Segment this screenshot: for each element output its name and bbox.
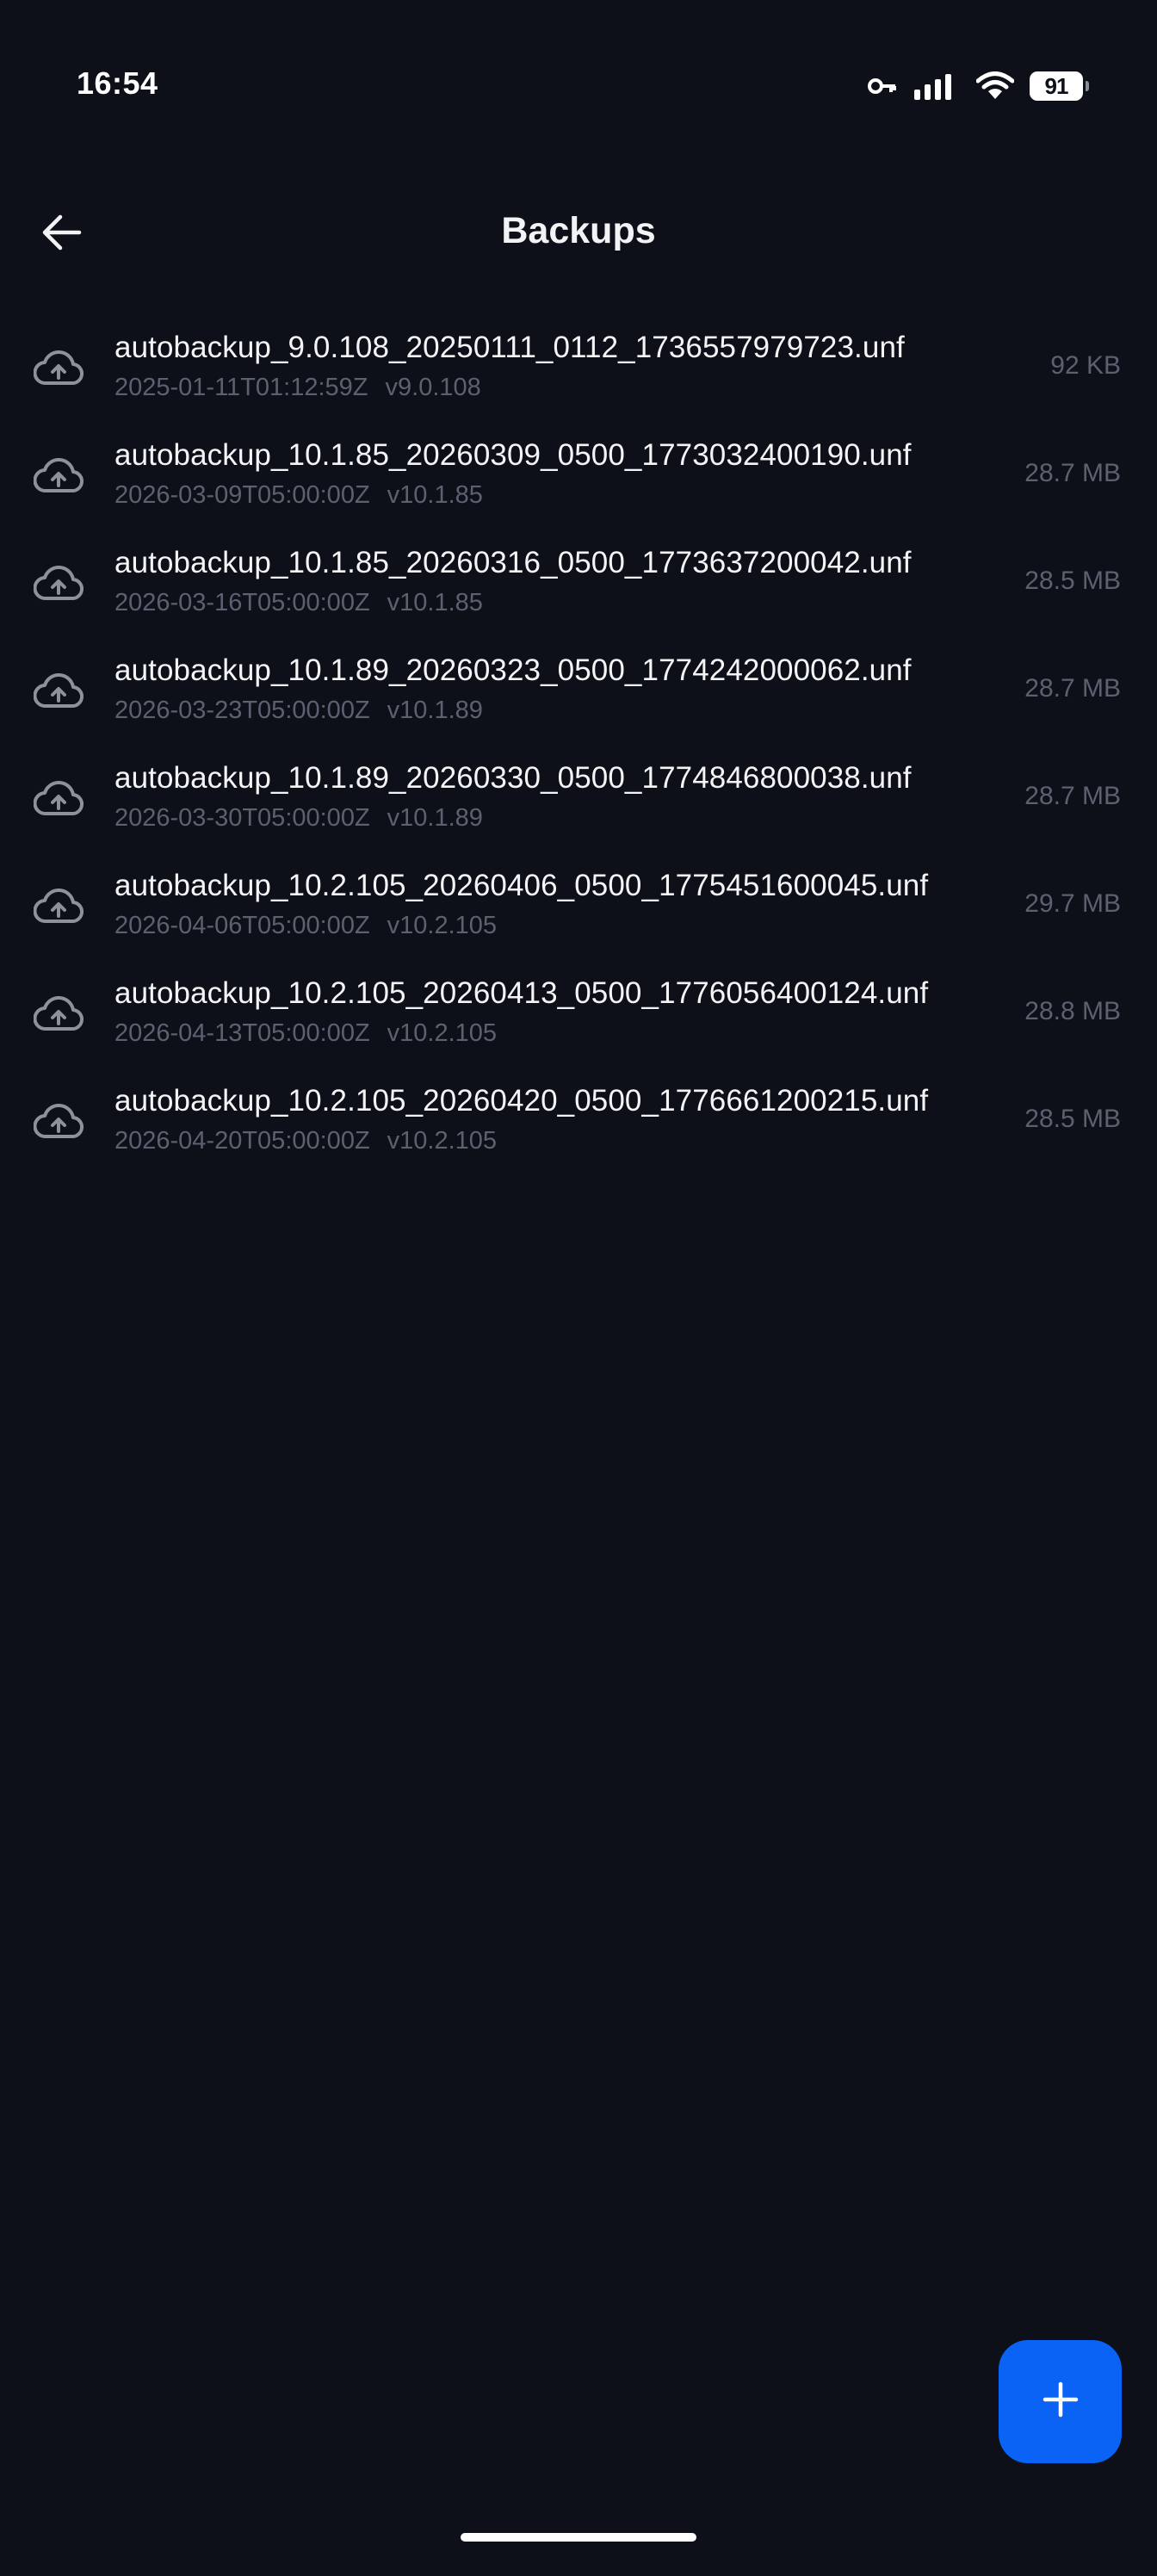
- backup-timestamp: 2026-03-23T05:00:00Z: [114, 697, 370, 724]
- backup-version: v10.1.85: [387, 589, 483, 616]
- backup-meta: 2026-03-30T05:00:00Z v10.1.89: [114, 804, 483, 833]
- page-title: Backups: [501, 210, 656, 251]
- cloud-upload-icon[interactable]: [33, 452, 84, 500]
- backup-size: 28.7 MB: [1024, 782, 1121, 810]
- backup-filename: autobackup_9.0.108_20250111_0112_1736557…: [114, 331, 905, 364]
- status-icons: 91: [868, 67, 1089, 105]
- backup-size: 28.7 MB: [1024, 459, 1121, 487]
- backup-list-item[interactable]: autobackup_10.1.85_20260309_0500_1773032…: [0, 423, 1157, 530]
- cloud-upload-icon[interactable]: [33, 775, 84, 823]
- battery-level: 91: [1044, 72, 1069, 99]
- backup-list-item[interactable]: autobackup_10.1.89_20260323_0500_1774242…: [0, 638, 1157, 746]
- backup-version: v10.1.89: [387, 804, 483, 832]
- backup-size: 28.5 MB: [1024, 567, 1121, 595]
- backup-timestamp: 2026-04-13T05:00:00Z: [114, 1019, 370, 1047]
- backup-filename: autobackup_10.2.105_20260406_0500_177545…: [114, 869, 929, 902]
- backup-meta: 2026-03-16T05:00:00Z v10.1.85: [114, 589, 483, 617]
- cloud-upload-icon[interactable]: [33, 990, 84, 1038]
- signal-icon: [913, 72, 961, 100]
- backup-meta: 2026-04-06T05:00:00Z v10.2.105: [114, 912, 497, 940]
- backup-meta: 2026-03-23T05:00:00Z v10.1.89: [114, 697, 483, 725]
- backup-list-item[interactable]: autobackup_9.0.108_20250111_0112_1736557…: [0, 315, 1157, 423]
- cloud-upload-icon[interactable]: [33, 667, 84, 715]
- backup-timestamp: 2025-01-11T01:12:59Z: [114, 374, 368, 401]
- backup-list-item[interactable]: autobackup_10.2.105_20260413_0500_177605…: [0, 961, 1157, 1068]
- backup-list: autobackup_9.0.108_20250111_0112_1736557…: [0, 315, 1157, 1176]
- backup-version: v10.1.89: [387, 697, 483, 724]
- backup-version: v10.2.105: [387, 1127, 498, 1155]
- battery-icon: 91: [1030, 71, 1089, 101]
- add-backup-button[interactable]: [999, 2340, 1122, 2463]
- backup-meta: 2026-04-20T05:00:00Z v10.2.105: [114, 1127, 497, 1155]
- backup-filename: autobackup_10.2.105_20260420_0500_177666…: [114, 1084, 929, 1118]
- backup-version: v10.2.105: [387, 912, 498, 939]
- backup-meta: 2025-01-11T01:12:59Z v9.0.108: [114, 374, 481, 402]
- backup-meta: 2026-03-09T05:00:00Z v10.1.85: [114, 481, 483, 510]
- backup-size: 92 KB: [1050, 351, 1121, 380]
- gesture-navigation-bar[interactable]: [461, 2533, 696, 2542]
- backup-filename: autobackup_10.1.89_20260330_0500_1774846…: [114, 761, 912, 795]
- cloud-upload-icon[interactable]: [33, 1098, 84, 1146]
- backup-version: v10.1.85: [387, 481, 483, 509]
- backup-filename: autobackup_10.2.105_20260413_0500_177605…: [114, 976, 929, 1010]
- backup-list-item[interactable]: autobackup_10.1.85_20260316_0500_1773637…: [0, 530, 1157, 638]
- backup-version: v9.0.108: [385, 374, 481, 401]
- backup-list-item[interactable]: autobackup_10.2.105_20260406_0500_177545…: [0, 853, 1157, 961]
- backup-timestamp: 2026-04-06T05:00:00Z: [114, 912, 370, 939]
- backups-screen: 16:54 91 Backups autobackup_9.0.108_2025…: [0, 0, 1157, 2576]
- backup-timestamp: 2026-03-09T05:00:00Z: [114, 481, 370, 509]
- backup-filename: autobackup_10.1.85_20260309_0500_1773032…: [114, 438, 912, 472]
- status-time: 16:54: [77, 65, 158, 101]
- backup-timestamp: 2026-03-30T05:00:00Z: [114, 804, 370, 832]
- backup-filename: autobackup_10.1.85_20260316_0500_1773637…: [114, 546, 912, 579]
- backup-size: 29.7 MB: [1024, 889, 1121, 918]
- backup-version: v10.2.105: [387, 1019, 498, 1047]
- backup-meta: 2026-04-13T05:00:00Z v10.2.105: [114, 1019, 497, 1048]
- backup-list-item[interactable]: autobackup_10.1.89_20260330_0500_1774846…: [0, 746, 1157, 853]
- backup-timestamp: 2026-04-20T05:00:00Z: [114, 1127, 370, 1155]
- vpn-key-icon: [868, 77, 897, 96]
- status-bar: 16:54 91: [0, 0, 1157, 172]
- backup-timestamp: 2026-03-16T05:00:00Z: [114, 589, 370, 616]
- cloud-upload-icon[interactable]: [33, 344, 84, 393]
- backup-size: 28.7 MB: [1024, 674, 1121, 703]
- cloud-upload-icon[interactable]: [33, 882, 84, 931]
- plus-icon: [1040, 2379, 1081, 2424]
- backup-list-item[interactable]: autobackup_10.2.105_20260420_0500_177666…: [0, 1068, 1157, 1176]
- backup-size: 28.8 MB: [1024, 997, 1121, 1025]
- backup-size: 28.5 MB: [1024, 1105, 1121, 1133]
- app-bar: Backups: [0, 172, 1157, 296]
- wifi-icon: [976, 71, 1014, 101]
- cloud-upload-icon[interactable]: [33, 560, 84, 608]
- backup-filename: autobackup_10.1.89_20260323_0500_1774242…: [114, 653, 912, 687]
